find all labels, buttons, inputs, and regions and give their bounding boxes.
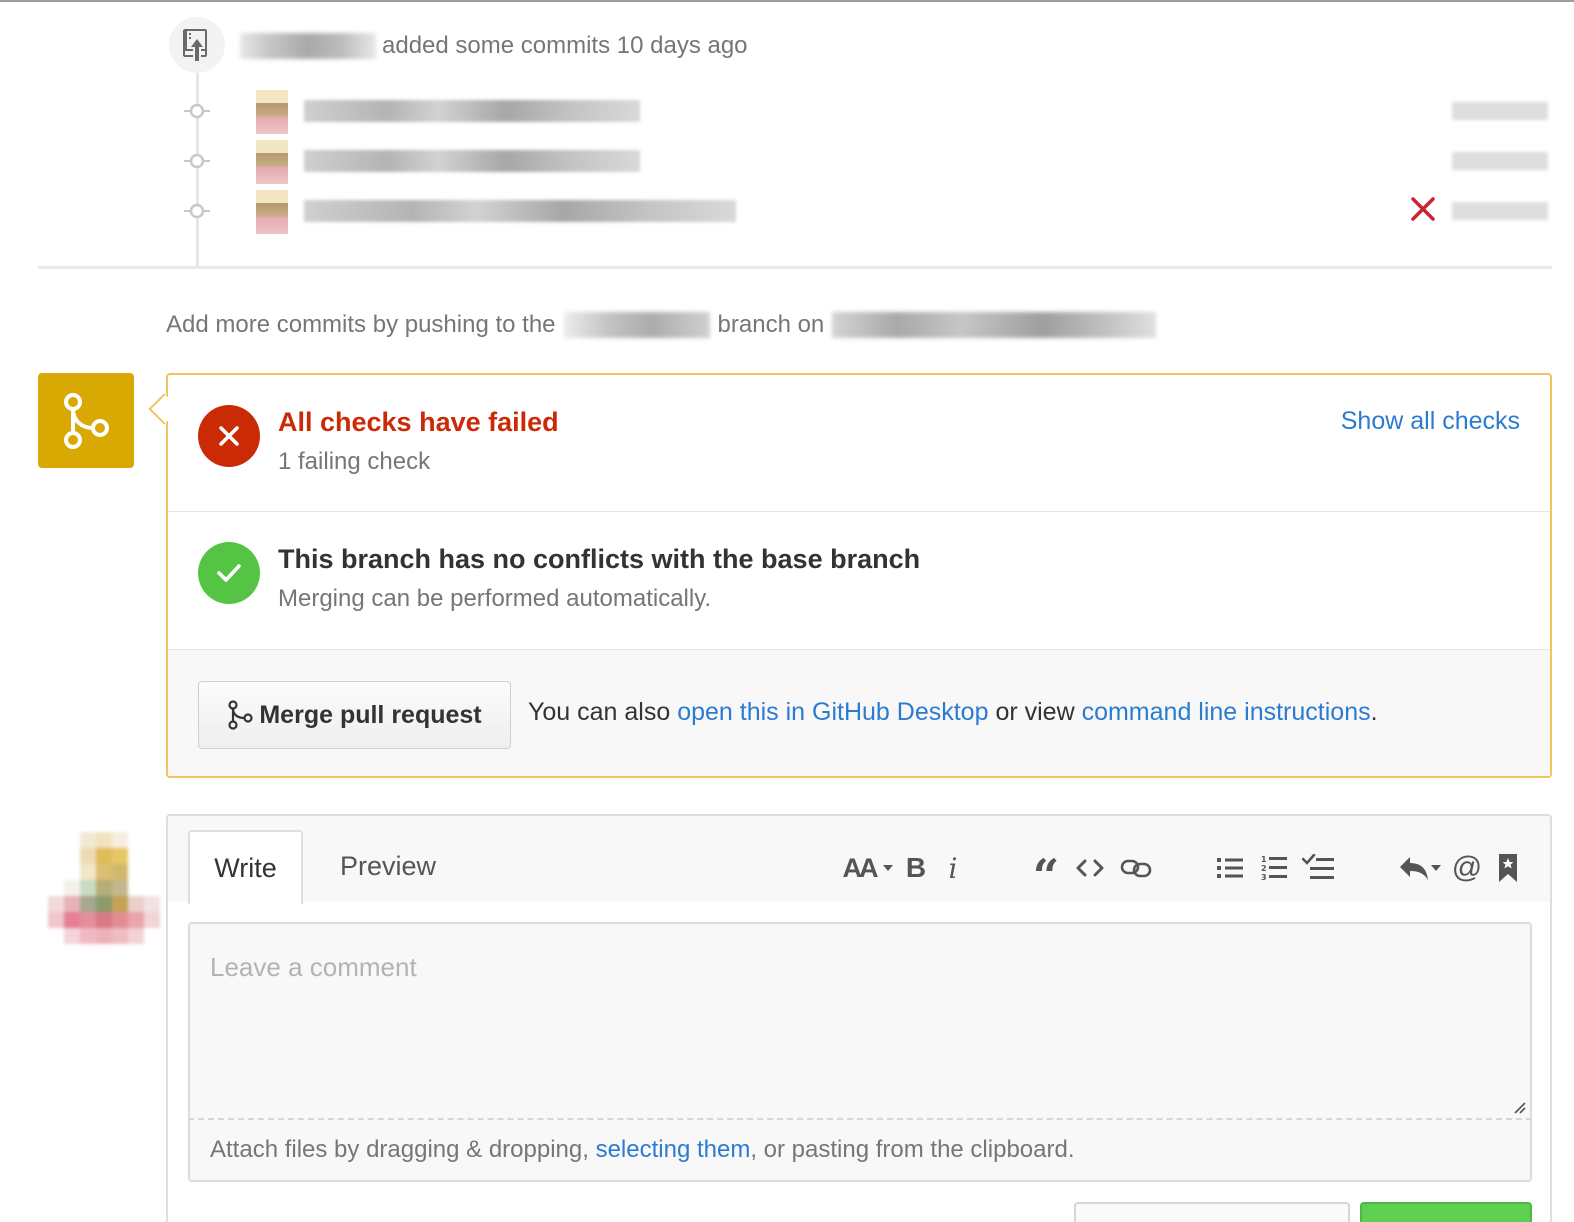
reply-icon[interactable]	[1394, 848, 1446, 888]
merge-button-label: Merge pull request	[259, 700, 482, 729]
x-icon	[219, 426, 239, 446]
commit-message-redacted[interactable]	[304, 100, 640, 122]
open-in-desktop-link[interactable]: open this in GitHub Desktop	[677, 698, 988, 726]
push-event-line: added some commits 10 days ago	[240, 30, 748, 62]
top-border	[0, 0, 1574, 2]
merge-status-badge	[38, 373, 134, 468]
checks-section: All checks have failed 1 failing check S…	[168, 375, 1550, 512]
mention-icon[interactable]: @	[1446, 848, 1488, 888]
bookmark-icon[interactable]	[1488, 848, 1528, 888]
push-event-badge	[169, 17, 225, 73]
push-hint: Add more commits by pushing to the branc…	[166, 308, 1157, 342]
task-list-icon[interactable]	[1296, 848, 1340, 888]
code-icon[interactable]	[1068, 848, 1112, 888]
commit-node-icon	[184, 103, 210, 119]
attach-files-text: Attach files by dragging & dropping, sel…	[210, 1136, 1075, 1164]
merge-box: All checks have failed 1 failing check S…	[166, 373, 1552, 778]
commit-sha-redacted[interactable]	[1452, 152, 1548, 170]
close-pull-request-button[interactable]	[1074, 1202, 1350, 1222]
merge-alternatives-text: You can also open this in GitHub Desktop…	[528, 698, 1378, 727]
comment-placeholder: Leave a comment	[210, 952, 417, 982]
italic-icon[interactable]: i	[936, 848, 970, 888]
attach-suffix: , or pasting from the clipboard.	[750, 1136, 1075, 1163]
commit-author-avatar[interactable]	[256, 90, 288, 134]
command-line-instructions-link[interactable]: command line instructions	[1082, 698, 1371, 726]
text-size-label: AA	[842, 852, 879, 883]
comment-textarea[interactable]: Leave a comment	[188, 922, 1532, 1118]
svg-text:2: 2	[1261, 864, 1267, 873]
actor-name-redacted[interactable]	[240, 33, 376, 59]
attach-files-bar[interactable]: Attach files by dragging & dropping, sel…	[188, 1118, 1532, 1182]
toolbar-insert-group: “	[1024, 846, 1160, 903]
select-files-link[interactable]: selecting them	[596, 1136, 751, 1163]
repo-push-icon	[183, 29, 207, 61]
commit-row[interactable]	[180, 188, 1560, 234]
show-all-checks-link[interactable]: Show all checks	[1341, 407, 1520, 436]
toolbar-list-group: 123	[1208, 846, 1340, 890]
commit-author-avatar[interactable]	[256, 140, 288, 184]
merge-alt-prefix: You can also	[528, 698, 671, 726]
commit-node-icon	[184, 203, 210, 219]
commit-author-avatar[interactable]	[256, 190, 288, 234]
timeline-divider	[38, 266, 1552, 269]
no-conflicts-badge	[198, 542, 260, 604]
bold-icon[interactable]: B	[896, 848, 936, 888]
check-icon	[217, 564, 241, 582]
merge-action-section: Merge pull request You can also open thi…	[168, 650, 1550, 776]
quote-icon[interactable]: “	[1024, 848, 1068, 903]
commit-sha-redacted[interactable]	[1452, 102, 1548, 120]
commit-row[interactable]	[180, 138, 1560, 184]
git-merge-icon	[64, 392, 109, 449]
push-event-text: added some commits 10 days ago	[382, 32, 748, 59]
merge-pull-request-button[interactable]: Merge pull request	[198, 681, 511, 749]
commit-sha-redacted[interactable]	[1452, 202, 1548, 220]
numbered-list-icon[interactable]: 123	[1252, 848, 1296, 888]
merge-alt-middle: or view	[995, 698, 1075, 726]
commit-message-redacted[interactable]	[304, 150, 640, 172]
current-user-avatar[interactable]	[48, 832, 160, 944]
toolbar-text-group: AA B i	[840, 846, 970, 890]
repo-name-redacted[interactable]	[832, 312, 1157, 338]
bullet-list-icon[interactable]	[1208, 848, 1252, 888]
commit-message-redacted[interactable]	[304, 200, 736, 222]
comment-submit-button[interactable]	[1360, 1202, 1532, 1222]
link-icon[interactable]	[1112, 848, 1160, 888]
conflicts-section: This branch has no conflicts with the ba…	[168, 512, 1550, 650]
git-merge-icon	[228, 700, 253, 730]
commit-node-icon	[184, 153, 210, 169]
text-size-icon[interactable]: AA	[840, 848, 896, 888]
comment-editor: Write Preview AA B i “ 123 @ Leave a com…	[166, 814, 1552, 1222]
conflicts-title: This branch has no conflicts with the ba…	[278, 544, 921, 574]
svg-text:3: 3	[1261, 873, 1267, 882]
tab-preview[interactable]: Preview	[318, 830, 458, 902]
checks-subtitle: 1 failing check	[278, 448, 431, 475]
checks-failed-badge	[198, 405, 260, 467]
attach-prefix: Attach files by dragging & dropping,	[210, 1136, 589, 1163]
commit-row[interactable]	[180, 88, 1560, 134]
svg-text:1: 1	[1261, 855, 1267, 864]
tab-write[interactable]: Write	[188, 830, 303, 904]
failed-status-x-icon[interactable]	[1408, 194, 1438, 224]
branch-name-redacted[interactable]	[563, 312, 710, 338]
push-hint-middle: branch on	[717, 311, 825, 338]
conflicts-subtitle: Merging can be performed automatically.	[278, 585, 712, 612]
resize-grip-icon[interactable]	[1512, 1100, 1526, 1114]
checks-title: All checks have failed	[278, 407, 559, 437]
merge-alt-suffix: .	[1370, 698, 1378, 726]
toolbar-misc-group: @	[1394, 846, 1528, 890]
push-hint-prefix: Add more commits by pushing to the	[166, 311, 556, 338]
